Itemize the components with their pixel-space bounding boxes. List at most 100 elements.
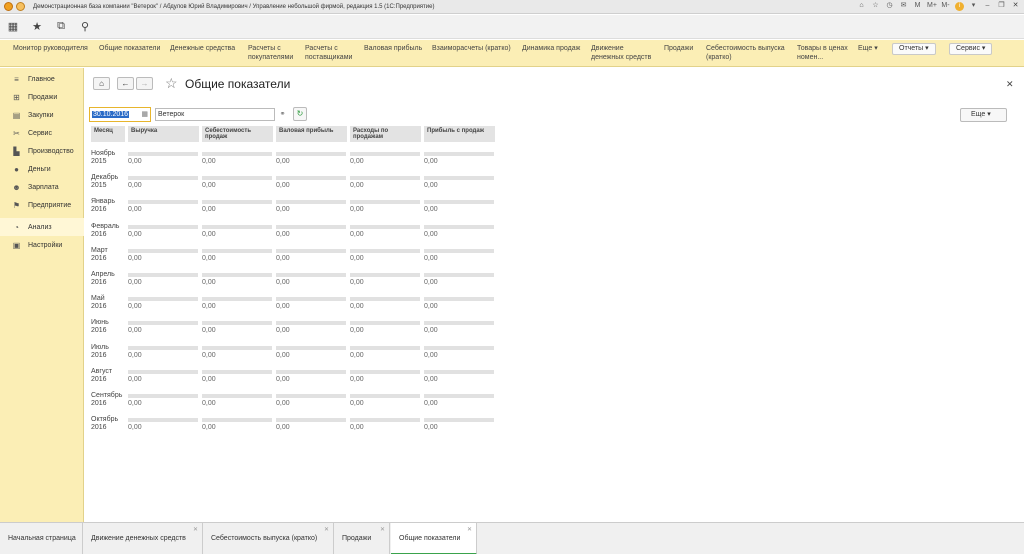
- section-item-customer-settlements[interactable]: Расчеты с покупателями: [248, 44, 294, 62]
- cell-value[interactable]: 0,00: [350, 400, 364, 407]
- cell-value[interactable]: 0,00: [424, 279, 438, 286]
- reports-button[interactable]: Отчеты ▾: [892, 43, 936, 55]
- history-icon[interactable]: ⧉: [54, 20, 68, 33]
- cell-value[interactable]: 0,00: [202, 376, 216, 383]
- section-item-cash[interactable]: Денежные средства: [170, 44, 235, 53]
- date-field[interactable]: 30.10.2016 ▦: [89, 107, 151, 122]
- m-minus-icon[interactable]: M-: [941, 1, 950, 11]
- cell-value[interactable]: 0,00: [276, 182, 290, 189]
- cell-value[interactable]: 0,00: [350, 279, 364, 286]
- link-icon[interactable]: ⚭: [277, 108, 288, 121]
- cell-value[interactable]: 0,00: [424, 424, 438, 431]
- tab-sales[interactable]: Продажи ✕: [334, 523, 390, 554]
- cell-value[interactable]: 0,00: [202, 255, 216, 262]
- cell-value[interactable]: 0,00: [128, 255, 142, 262]
- forward-button[interactable]: →: [136, 77, 153, 90]
- maximize-icon[interactable]: ❐: [997, 1, 1006, 11]
- chevron-down-icon[interactable]: ▾: [969, 1, 978, 11]
- close-icon[interactable]: ✕: [467, 514, 472, 546]
- close-icon[interactable]: ✕: [380, 514, 385, 546]
- section-item-general-indicators[interactable]: Общие показатели: [99, 44, 160, 53]
- cell-value[interactable]: 0,00: [350, 255, 364, 262]
- cell-value[interactable]: 0,00: [128, 206, 142, 213]
- cell-value[interactable]: 0,00: [350, 352, 364, 359]
- section-item-sales[interactable]: Продажи: [664, 44, 693, 53]
- close-icon[interactable]: ✕: [1011, 1, 1020, 11]
- cell-value[interactable]: 0,00: [350, 424, 364, 431]
- cell-value[interactable]: 0,00: [128, 376, 142, 383]
- cell-value[interactable]: 0,00: [202, 327, 216, 334]
- history-icon[interactable]: ◷: [885, 1, 894, 11]
- cell-value[interactable]: 0,00: [350, 231, 364, 238]
- cell-value[interactable]: 0,00: [276, 352, 290, 359]
- section-item-more[interactable]: Еще ▾: [858, 44, 878, 53]
- service-button[interactable]: Сервис ▾: [949, 43, 993, 55]
- home-button[interactable]: ⌂: [93, 77, 110, 90]
- cell-value[interactable]: 0,00: [128, 424, 142, 431]
- sidebar-item-sales[interactable]: ⊞ Продажи: [0, 88, 84, 106]
- cell-value[interactable]: 0,00: [276, 303, 290, 310]
- cell-value[interactable]: 0,00: [128, 279, 142, 286]
- cell-value[interactable]: 0,00: [276, 400, 290, 407]
- sidebar-item-money[interactable]: ● Деньги: [0, 160, 84, 178]
- section-item-goods-prices[interactable]: Товары в ценах номен...: [797, 44, 849, 62]
- sidebar-item-salary[interactable]: ☻ Зарплата: [0, 178, 84, 196]
- cell-value[interactable]: 0,00: [350, 327, 364, 334]
- cell-value[interactable]: 0,00: [424, 182, 438, 189]
- cell-value[interactable]: 0,00: [128, 303, 142, 310]
- cell-value[interactable]: 0,00: [202, 352, 216, 359]
- cell-value[interactable]: 0,00: [424, 231, 438, 238]
- mail-icon[interactable]: ✉: [899, 1, 908, 11]
- sidebar-item-purchases[interactable]: ▤ Закупки: [0, 106, 84, 124]
- star-icon[interactable]: ☆: [871, 1, 880, 11]
- cell-value[interactable]: 0,00: [276, 158, 290, 165]
- cell-value[interactable]: 0,00: [202, 303, 216, 310]
- cell-value[interactable]: 0,00: [128, 158, 142, 165]
- cell-value[interactable]: 0,00: [350, 158, 364, 165]
- close-icon[interactable]: ✕: [324, 514, 329, 546]
- sidebar-item-enterprise[interactable]: ⚑ Предприятие: [0, 196, 84, 214]
- cell-value[interactable]: 0,00: [424, 206, 438, 213]
- cell-value[interactable]: 0,00: [276, 206, 290, 213]
- cell-value[interactable]: 0,00: [350, 182, 364, 189]
- section-item-cash-flow[interactable]: Движение денежных средств: [591, 44, 655, 62]
- cell-value[interactable]: 0,00: [350, 303, 364, 310]
- cell-value[interactable]: 0,00: [424, 352, 438, 359]
- cell-value[interactable]: 0,00: [424, 400, 438, 407]
- cell-value[interactable]: 0,00: [202, 279, 216, 286]
- sidebar-item-main[interactable]: ≡ Главное: [0, 70, 84, 88]
- back-button[interactable]: ←: [117, 77, 134, 90]
- cell-value[interactable]: 0,00: [424, 255, 438, 262]
- tab-general-indicators[interactable]: Общие показатели ✕: [391, 523, 477, 554]
- cell-value[interactable]: 0,00: [202, 206, 216, 213]
- minimize-icon[interactable]: ‒: [983, 1, 992, 11]
- cell-value[interactable]: 0,00: [276, 327, 290, 334]
- tab-home-page[interactable]: Начальная страница: [0, 523, 83, 554]
- cell-value[interactable]: 0,00: [276, 231, 290, 238]
- cell-value[interactable]: 0,00: [276, 424, 290, 431]
- m-icon[interactable]: M: [913, 1, 922, 11]
- cell-value[interactable]: 0,00: [202, 400, 216, 407]
- home-icon[interactable]: ⌂: [857, 1, 866, 11]
- close-form-icon[interactable]: ✕: [1006, 79, 1014, 90]
- sidebar-item-production[interactable]: ▙ Производство: [0, 142, 84, 160]
- cell-value[interactable]: 0,00: [128, 231, 142, 238]
- section-item-sales-dynamics[interactable]: Динамика продаж: [522, 44, 580, 53]
- cell-value[interactable]: 0,00: [350, 206, 364, 213]
- cell-value[interactable]: 0,00: [202, 231, 216, 238]
- sidebar-item-analysis[interactable]: ◔ Анализ: [0, 218, 84, 236]
- refresh-button[interactable]: ↻: [293, 107, 307, 121]
- m-plus-icon[interactable]: M+: [927, 1, 937, 11]
- cell-value[interactable]: 0,00: [276, 279, 290, 286]
- organization-field[interactable]: Ветерок: [155, 108, 275, 121]
- apps-icon[interactable]: ▦: [6, 20, 20, 33]
- favorite-star-icon[interactable]: ☆: [165, 75, 178, 92]
- calendar-icon[interactable]: ▦: [141, 110, 148, 118]
- tab-production-cost[interactable]: Себестоимость выпуска (кратко) ✕: [203, 523, 334, 554]
- cell-value[interactable]: 0,00: [128, 327, 142, 334]
- more-button[interactable]: Еще ▾: [960, 108, 1007, 122]
- cell-value[interactable]: 0,00: [276, 255, 290, 262]
- section-item-supplier-settlements[interactable]: Расчеты с поставщиками: [305, 44, 353, 62]
- tab-cash-flow[interactable]: Движение денежных средств ✕: [83, 523, 203, 554]
- cell-value[interactable]: 0,00: [350, 376, 364, 383]
